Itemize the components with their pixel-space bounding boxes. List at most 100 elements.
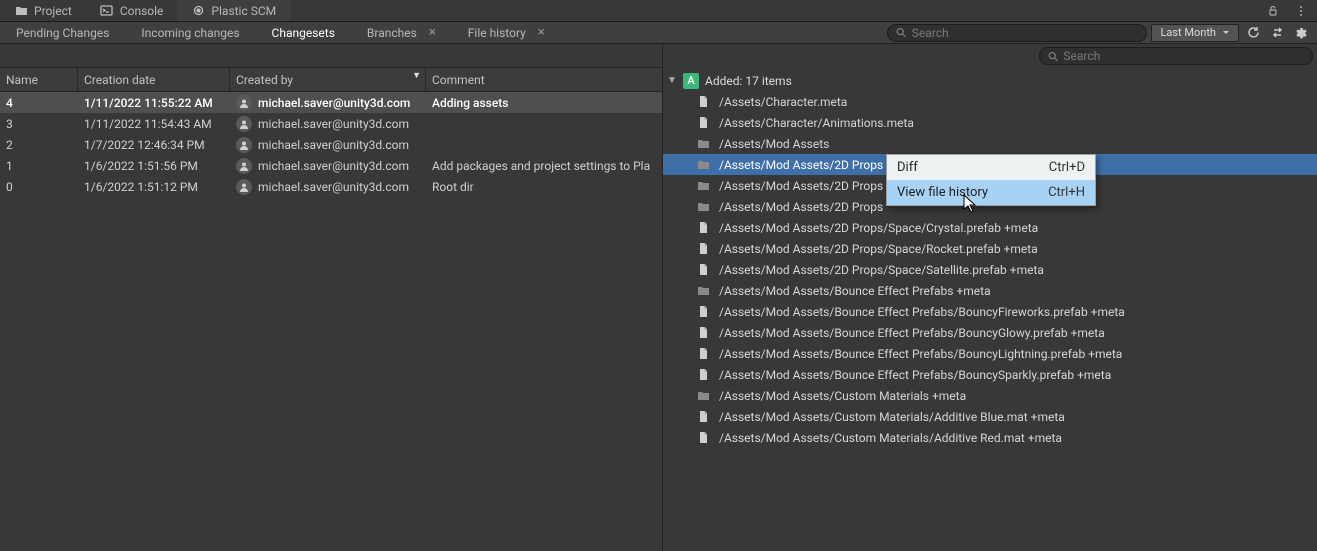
context-menu-item-view-file-history[interactable]: View file historyCtrl+H <box>887 180 1095 205</box>
changeset-rows: 41/11/2022 11:55:22 AMmichael.saver@unit… <box>0 92 662 551</box>
added-badge-icon: A <box>683 73 699 89</box>
changeset-row[interactable]: 41/11/2022 11:55:22 AMmichael.saver@unit… <box>0 92 662 113</box>
file-tree-item[interactable]: /Assets/Mod Assets/Bounce Effect Prefabs… <box>663 364 1317 385</box>
changeset-row[interactable]: 01/6/2022 1:51:12 PMmichael.saver@unity3… <box>0 176 662 197</box>
cell-author: michael.saver@unity3d.com <box>230 137 426 153</box>
cell-author: michael.saver@unity3d.com <box>230 95 426 111</box>
file-icon <box>697 263 711 277</box>
ctx-label: Diff <box>897 160 918 175</box>
plastic-tab-incoming-changes[interactable]: Incoming changes <box>125 22 255 43</box>
file-tree-item[interactable]: /Assets/Mod Assets/2D Props/Space/Rocket… <box>663 238 1317 259</box>
plastic-tab-branches[interactable]: Branches× <box>351 22 452 43</box>
detail-search[interactable] <box>1039 47 1313 65</box>
file-path: /Assets/Character/Animations.meta <box>719 116 914 130</box>
cell-id: 4 <box>0 96 78 110</box>
added-group-header[interactable]: ▼ A Added: 17 items <box>663 70 1317 91</box>
refresh-button[interactable] <box>1243 24 1263 42</box>
file-tree-item[interactable]: /Assets/Mod Assets/2D Props/Space/Satell… <box>663 259 1317 280</box>
folder-icon <box>697 179 711 193</box>
file-icon <box>697 431 711 445</box>
avatar-icon <box>236 158 252 174</box>
window-tab-project[interactable]: Project <box>0 0 86 21</box>
plastic-tab-file-history[interactable]: File history× <box>452 22 561 43</box>
author-text: michael.saver@unity3d.com <box>258 117 409 131</box>
window-tab-plastic-scm[interactable]: Plastic SCM <box>177 0 290 21</box>
file-tree-item[interactable]: /Assets/Mod Assets/2D Props/Space/Crysta… <box>663 217 1317 238</box>
header-comment[interactable]: Comment <box>426 68 662 91</box>
file-path: /Assets/Mod Assets/Custom Materials/Addi… <box>719 431 1062 445</box>
changeset-row[interactable]: 31/11/2022 11:54:43 AMmichael.saver@unit… <box>0 113 662 134</box>
file-tree-item[interactable]: /Assets/Mod Assets/Bounce Effect Prefabs… <box>663 343 1317 364</box>
tab-label: Plastic SCM <box>211 4 276 18</box>
search-icon <box>896 27 906 38</box>
file-path: /Assets/Mod Assets/2D Props <box>719 158 883 172</box>
file-icon <box>697 116 711 130</box>
plastic-tab-changesets[interactable]: Changesets <box>256 22 351 43</box>
file-icon <box>697 326 711 340</box>
settings-button[interactable] <box>1291 24 1311 42</box>
folder-icon <box>697 137 711 151</box>
context-menu-item-diff[interactable]: Diff Ctrl+D <box>887 155 1095 180</box>
header-name[interactable]: Name <box>0 68 78 91</box>
file-path: /Assets/Character.meta <box>719 95 847 109</box>
search-icon <box>1048 51 1058 62</box>
changeset-search[interactable] <box>887 24 1147 42</box>
cell-comment: Root dir <box>426 180 662 194</box>
cell-date: 1/11/2022 11:55:22 AM <box>78 96 230 110</box>
cell-author: michael.saver@unity3d.com <box>230 158 426 174</box>
file-tree-item[interactable]: /Assets/Mod Assets/Custom Materials +met… <box>663 385 1317 406</box>
file-path: /Assets/Mod Assets/2D Props/Space/Satell… <box>719 263 1044 277</box>
window-tab-console[interactable]: Console <box>86 0 178 21</box>
cell-comment: Add packages and project settings to Pla <box>426 159 662 173</box>
cell-author: michael.saver@unity3d.com <box>230 179 426 195</box>
tab-label: Changesets <box>272 26 335 40</box>
file-icon <box>697 95 711 109</box>
changeset-search-input[interactable] <box>912 26 1139 40</box>
file-path: /Assets/Mod Assets/Bounce Effect Prefabs… <box>719 368 1111 382</box>
file-tree-item[interactable]: /Assets/Mod Assets/Bounce Effect Prefabs… <box>663 322 1317 343</box>
file-icon <box>697 410 711 424</box>
gear-icon <box>1294 26 1308 40</box>
file-tree-item[interactable]: /Assets/Mod Assets/Bounce Effect Prefabs… <box>663 301 1317 322</box>
lock-icon[interactable] <box>1263 2 1283 20</box>
file-path: /Assets/Mod Assets <box>719 137 829 151</box>
changeset-row[interactable]: 11/6/2022 1:51:56 PMmichael.saver@unity3… <box>0 155 662 176</box>
avatar-icon <box>236 116 252 132</box>
file-tree-item[interactable]: /Assets/Character/Animations.meta <box>663 112 1317 133</box>
date-range-select[interactable]: Last Month <box>1151 24 1239 42</box>
detail-search-input[interactable] <box>1063 49 1304 63</box>
file-tree-item[interactable]: /Assets/Character.meta <box>663 91 1317 112</box>
file-tree-item[interactable]: /Assets/Mod Assets <box>663 133 1317 154</box>
file-tree-item[interactable]: /Assets/Mod Assets/Custom Materials/Addi… <box>663 427 1317 448</box>
author-text: michael.saver@unity3d.com <box>258 138 409 152</box>
cell-date: 1/7/2022 12:46:34 PM <box>78 138 230 152</box>
file-path: /Assets/Mod Assets/2D Props/Space/Crysta… <box>719 221 1038 235</box>
cell-id: 0 <box>0 180 78 194</box>
tab-label: Pending Changes <box>16 26 109 40</box>
avatar-icon <box>236 137 252 153</box>
cell-comment: Adding assets <box>426 96 662 110</box>
sync-button[interactable] <box>1267 24 1287 42</box>
close-icon[interactable]: × <box>538 25 545 40</box>
file-icon <box>697 221 711 235</box>
file-tree-item[interactable]: /Assets/Mod Assets/Bounce Effect Prefabs… <box>663 280 1317 301</box>
plastic-tab-pending-changes[interactable]: Pending Changes <box>0 22 125 43</box>
file-path: /Assets/Mod Assets/Custom Materials/Addi… <box>719 410 1065 424</box>
changeset-row[interactable]: 21/7/2022 12:46:34 PMmichael.saver@unity… <box>0 134 662 155</box>
file-path: /Assets/Mod Assets/Bounce Effect Prefabs… <box>719 305 1125 319</box>
ctx-shortcut: Ctrl+D <box>1049 160 1085 175</box>
window-tabs: Project Console Plastic SCM <box>0 0 1317 22</box>
header-date[interactable]: Creation date <box>78 68 230 91</box>
header-author[interactable]: Created by▼ <box>230 68 426 91</box>
tab-label: Console <box>120 4 164 18</box>
file-icon <box>697 368 711 382</box>
plastic-tabs: Pending Changes Incoming changes Changeset… <box>0 22 1317 44</box>
kebab-icon[interactable] <box>1291 2 1311 20</box>
author-text: michael.saver@unity3d.com <box>258 159 409 173</box>
ctx-label: View file history <box>897 185 988 200</box>
file-icon <box>697 305 711 319</box>
folder-icon <box>697 200 711 214</box>
console-icon <box>100 4 114 18</box>
file-tree-item[interactable]: /Assets/Mod Assets/Custom Materials/Addi… <box>663 406 1317 427</box>
close-icon[interactable]: × <box>429 25 436 40</box>
